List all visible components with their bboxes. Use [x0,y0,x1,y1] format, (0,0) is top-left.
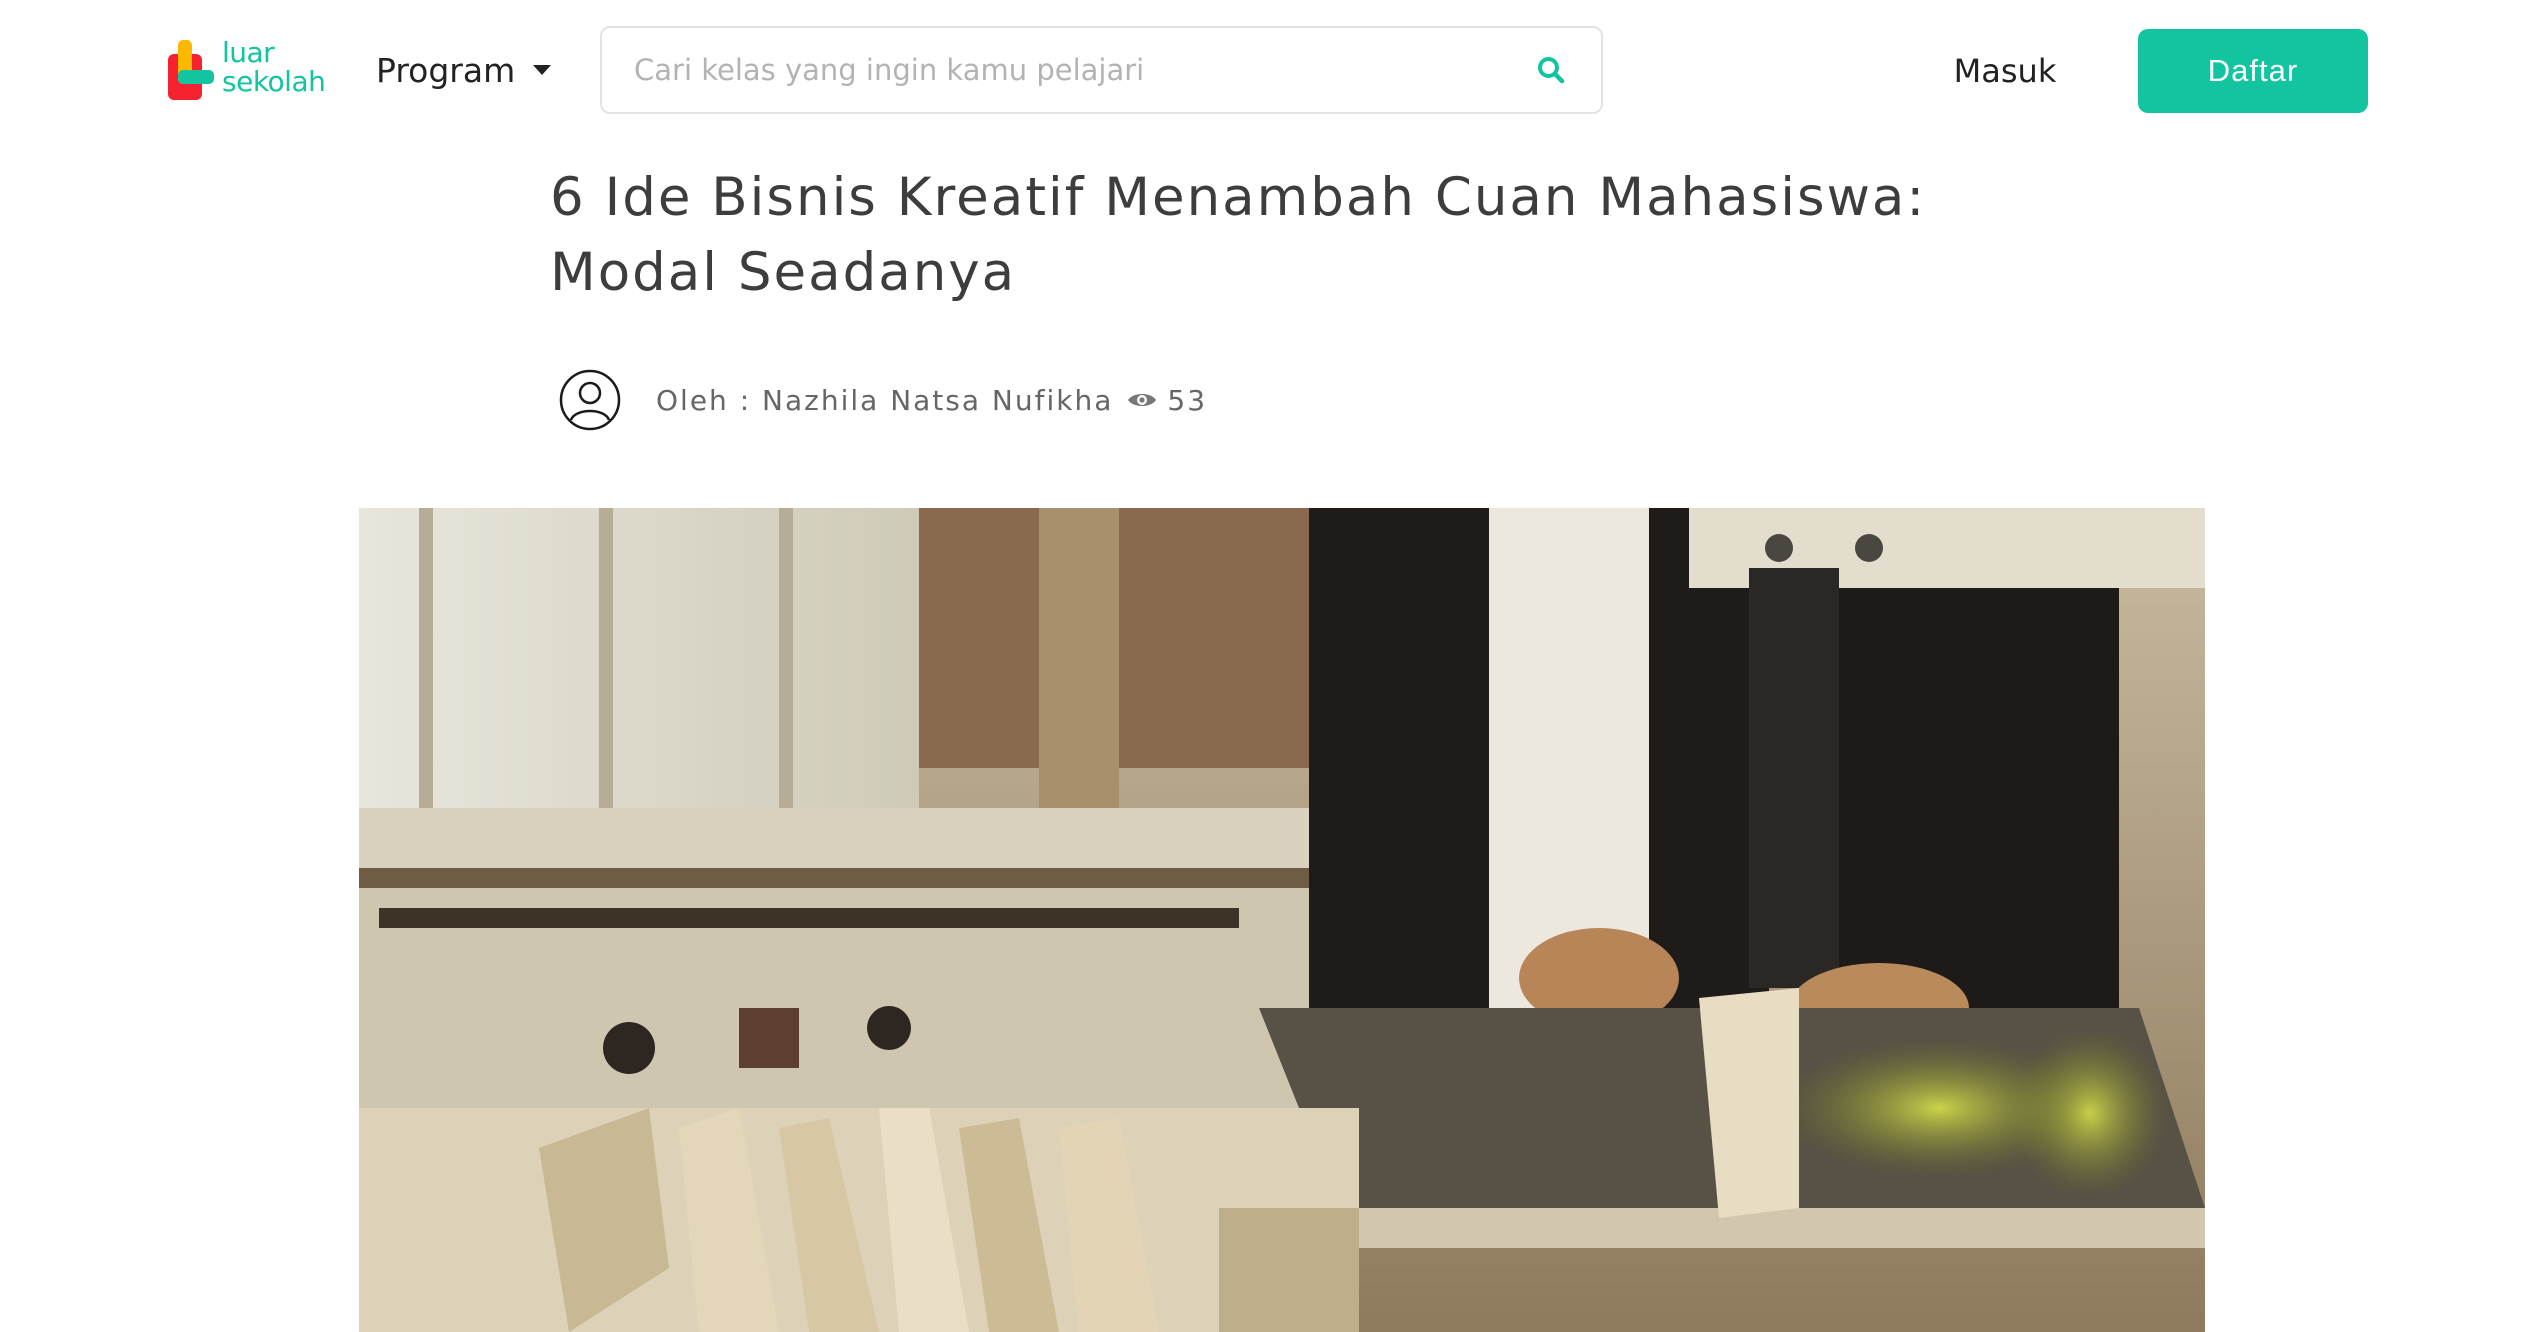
view-count: 53 [1127,384,1207,417]
logo-word-luar: luar [222,36,275,69]
navbar: luar sekolah Program Masuk Daftar [0,0,2540,142]
program-label: Program [376,50,516,90]
article-meta: Oleh : Nazhila Natsa Nufikha 53 [558,368,1207,432]
register-button[interactable]: Daftar [2138,29,2368,113]
logo-wordmark: luar sekolah [222,36,326,98]
search-icon[interactable] [1533,52,1569,88]
author-name: Oleh : Nazhila Natsa Nufikha [656,383,1114,417]
logo-mark-icon [168,40,214,100]
view-count-value: 53 [1167,383,1208,417]
user-avatar-icon [559,369,621,431]
eye-icon [1128,394,1157,406]
program-dropdown[interactable]: Program [376,48,552,92]
caret-down-icon [533,65,552,75]
login-button[interactable]: Masuk [1930,30,2080,112]
logo-word-sekolah: sekolah [222,65,326,98]
article-title: 6 Ide Bisnis Kreatif Menambah Cuan Mahas… [550,167,1927,303]
luarsekolah-logo[interactable]: luar sekolah [168,38,338,104]
hero-image [359,508,2205,1332]
woodworker-bandsaw-photo [359,508,2205,1332]
search-input[interactable] [634,53,1533,87]
search-bar [600,26,1603,114]
